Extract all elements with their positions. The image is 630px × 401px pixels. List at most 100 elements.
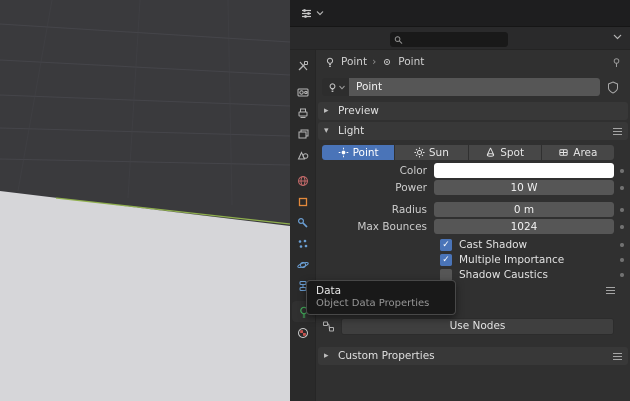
multiple-importance-checkbox[interactable]	[440, 254, 452, 266]
breadcrumb: Point › Point	[316, 50, 630, 74]
chevron-down-icon	[338, 85, 345, 90]
light-type-point-label: Point	[352, 146, 379, 159]
modifiers-wrench-icon	[297, 217, 308, 228]
tab-scene[interactable]	[290, 144, 315, 165]
sun-icon	[414, 147, 425, 158]
decorator[interactable]	[614, 168, 630, 173]
decorator-dot-icon	[620, 168, 624, 173]
ground-plane-object	[0, 191, 290, 401]
spot-light-icon	[487, 147, 495, 157]
decorator[interactable]	[614, 185, 630, 190]
pin-icon[interactable]	[611, 57, 622, 68]
output-printer-icon	[298, 108, 307, 118]
properties-header	[290, 26, 630, 50]
decorator[interactable]	[614, 224, 630, 229]
render-icon	[297, 88, 308, 96]
breadcrumb-separator: ›	[372, 56, 377, 68]
decorator[interactable]	[614, 207, 630, 212]
max-bounces-row: Max Bounces 1024	[316, 219, 630, 234]
custom-properties-menu-icon[interactable]	[613, 352, 622, 360]
shadow-caustics-label: Shadow Caustics	[459, 269, 548, 281]
max-bounces-field[interactable]: 1024	[434, 219, 614, 234]
properties-tab-strip	[290, 50, 316, 401]
tab-particles[interactable]	[290, 233, 315, 254]
breadcrumb-object-name: Point	[341, 56, 368, 68]
3d-viewport[interactable]	[0, 0, 290, 401]
tab-render[interactable]	[290, 81, 315, 102]
physics-icon	[296, 261, 309, 268]
chevron-down-icon	[316, 11, 324, 16]
decorator[interactable]	[614, 258, 630, 262]
decorator-dot-icon	[620, 224, 624, 229]
tab-world[interactable]	[290, 170, 315, 191]
light-type-point-button[interactable]: Point	[322, 145, 395, 160]
expand-arrow-icon: ▾	[324, 126, 329, 136]
cast-shadow-label: Cast Shadow	[459, 239, 528, 251]
use-nodes-button[interactable]: Use Nodes	[341, 317, 614, 335]
light-type-area-button[interactable]: Area	[541, 145, 614, 160]
panel-header-custom-properties[interactable]: ▸ Custom Properties	[318, 347, 628, 365]
search-icon	[394, 35, 403, 44]
decorator[interactable]	[614, 273, 630, 277]
tab-object[interactable]	[290, 191, 315, 212]
power-row: Power 10 W	[316, 180, 630, 195]
search-field[interactable]	[390, 32, 508, 47]
panel-header-light[interactable]: ▾ Light	[318, 122, 628, 140]
decorator[interactable]	[614, 243, 630, 247]
decorator-dot-icon	[620, 243, 624, 247]
shield-icon	[608, 80, 618, 94]
multiple-importance-row: Multiple Importance	[440, 253, 630, 267]
tab-view-layer[interactable]	[290, 123, 315, 144]
max-bounces-label: Max Bounces	[357, 220, 427, 233]
header-menu-button[interactable]	[613, 33, 622, 40]
nodes-row: Use Nodes	[322, 317, 614, 335]
tab-output[interactable]	[290, 102, 315, 123]
tab-modifiers[interactable]	[290, 212, 315, 233]
properties-editor-icon	[302, 8, 311, 18]
light-type-selector: Point Sun Spot Area	[322, 145, 614, 160]
decorator-dot-icon	[620, 258, 624, 262]
tab-tool[interactable]	[290, 55, 315, 76]
nodes-panel-menu-icon[interactable]	[606, 287, 615, 294]
panel-header-preview[interactable]: ▸ Preview	[318, 102, 628, 120]
world-icon	[297, 175, 308, 186]
cast-shadow-row: Cast Shadow	[440, 238, 630, 252]
datablock-name-field[interactable]: Point	[349, 78, 600, 96]
decorator-dot-icon	[620, 273, 624, 277]
power-field[interactable]: 10 W	[434, 180, 614, 195]
tooltip-title: Data	[316, 285, 342, 297]
editor-type-button[interactable]	[296, 5, 328, 22]
properties-editor-topbar	[290, 0, 630, 26]
nodes-icon	[323, 321, 334, 331]
radius-row: Radius 0 m	[316, 202, 630, 217]
object-icon	[298, 197, 307, 206]
light-panel-body: Point Sun Spot Area Color Power 10 W Rad…	[316, 140, 630, 289]
power-label: Power	[395, 181, 427, 194]
point-light-data-icon	[384, 59, 391, 65]
search-input[interactable]	[405, 34, 504, 45]
tab-material[interactable]	[290, 322, 315, 343]
radius-field[interactable]: 0 m	[434, 202, 614, 217]
light-type-spot-button[interactable]: Spot	[468, 145, 541, 160]
breadcrumb-data-name: Point	[398, 56, 425, 68]
tooltip-subtitle: Object Data Properties	[316, 298, 430, 309]
multiple-importance-label: Multiple Importance	[459, 254, 565, 266]
blender-window: Point › Point Point ▸ Preview ▾ Light Po…	[0, 0, 630, 401]
properties-panel: Point › Point Point ▸ Preview ▾ Light Po…	[316, 50, 630, 401]
scene-icon	[297, 150, 308, 159]
color-label: Color	[399, 164, 427, 177]
tooltip: Data Object Data Properties	[306, 280, 456, 315]
light-panel-menu-icon[interactable]	[613, 127, 622, 135]
browse-light-data-button[interactable]	[322, 78, 349, 96]
tab-physics[interactable]	[290, 254, 315, 275]
area-light-icon	[559, 149, 568, 156]
panel-label-light: Light	[338, 125, 365, 137]
panel-label-custom-properties: Custom Properties	[338, 350, 435, 362]
decorator-dot-icon	[620, 207, 624, 212]
fake-user-button[interactable]	[604, 78, 622, 96]
color-swatch[interactable]	[434, 163, 614, 178]
viewport-canvas	[0, 0, 290, 401]
cast-shadow-checkbox[interactable]	[440, 239, 452, 251]
light-type-sun-button[interactable]: Sun	[395, 145, 468, 160]
shadow-caustics-row: Shadow Caustics	[440, 268, 630, 282]
